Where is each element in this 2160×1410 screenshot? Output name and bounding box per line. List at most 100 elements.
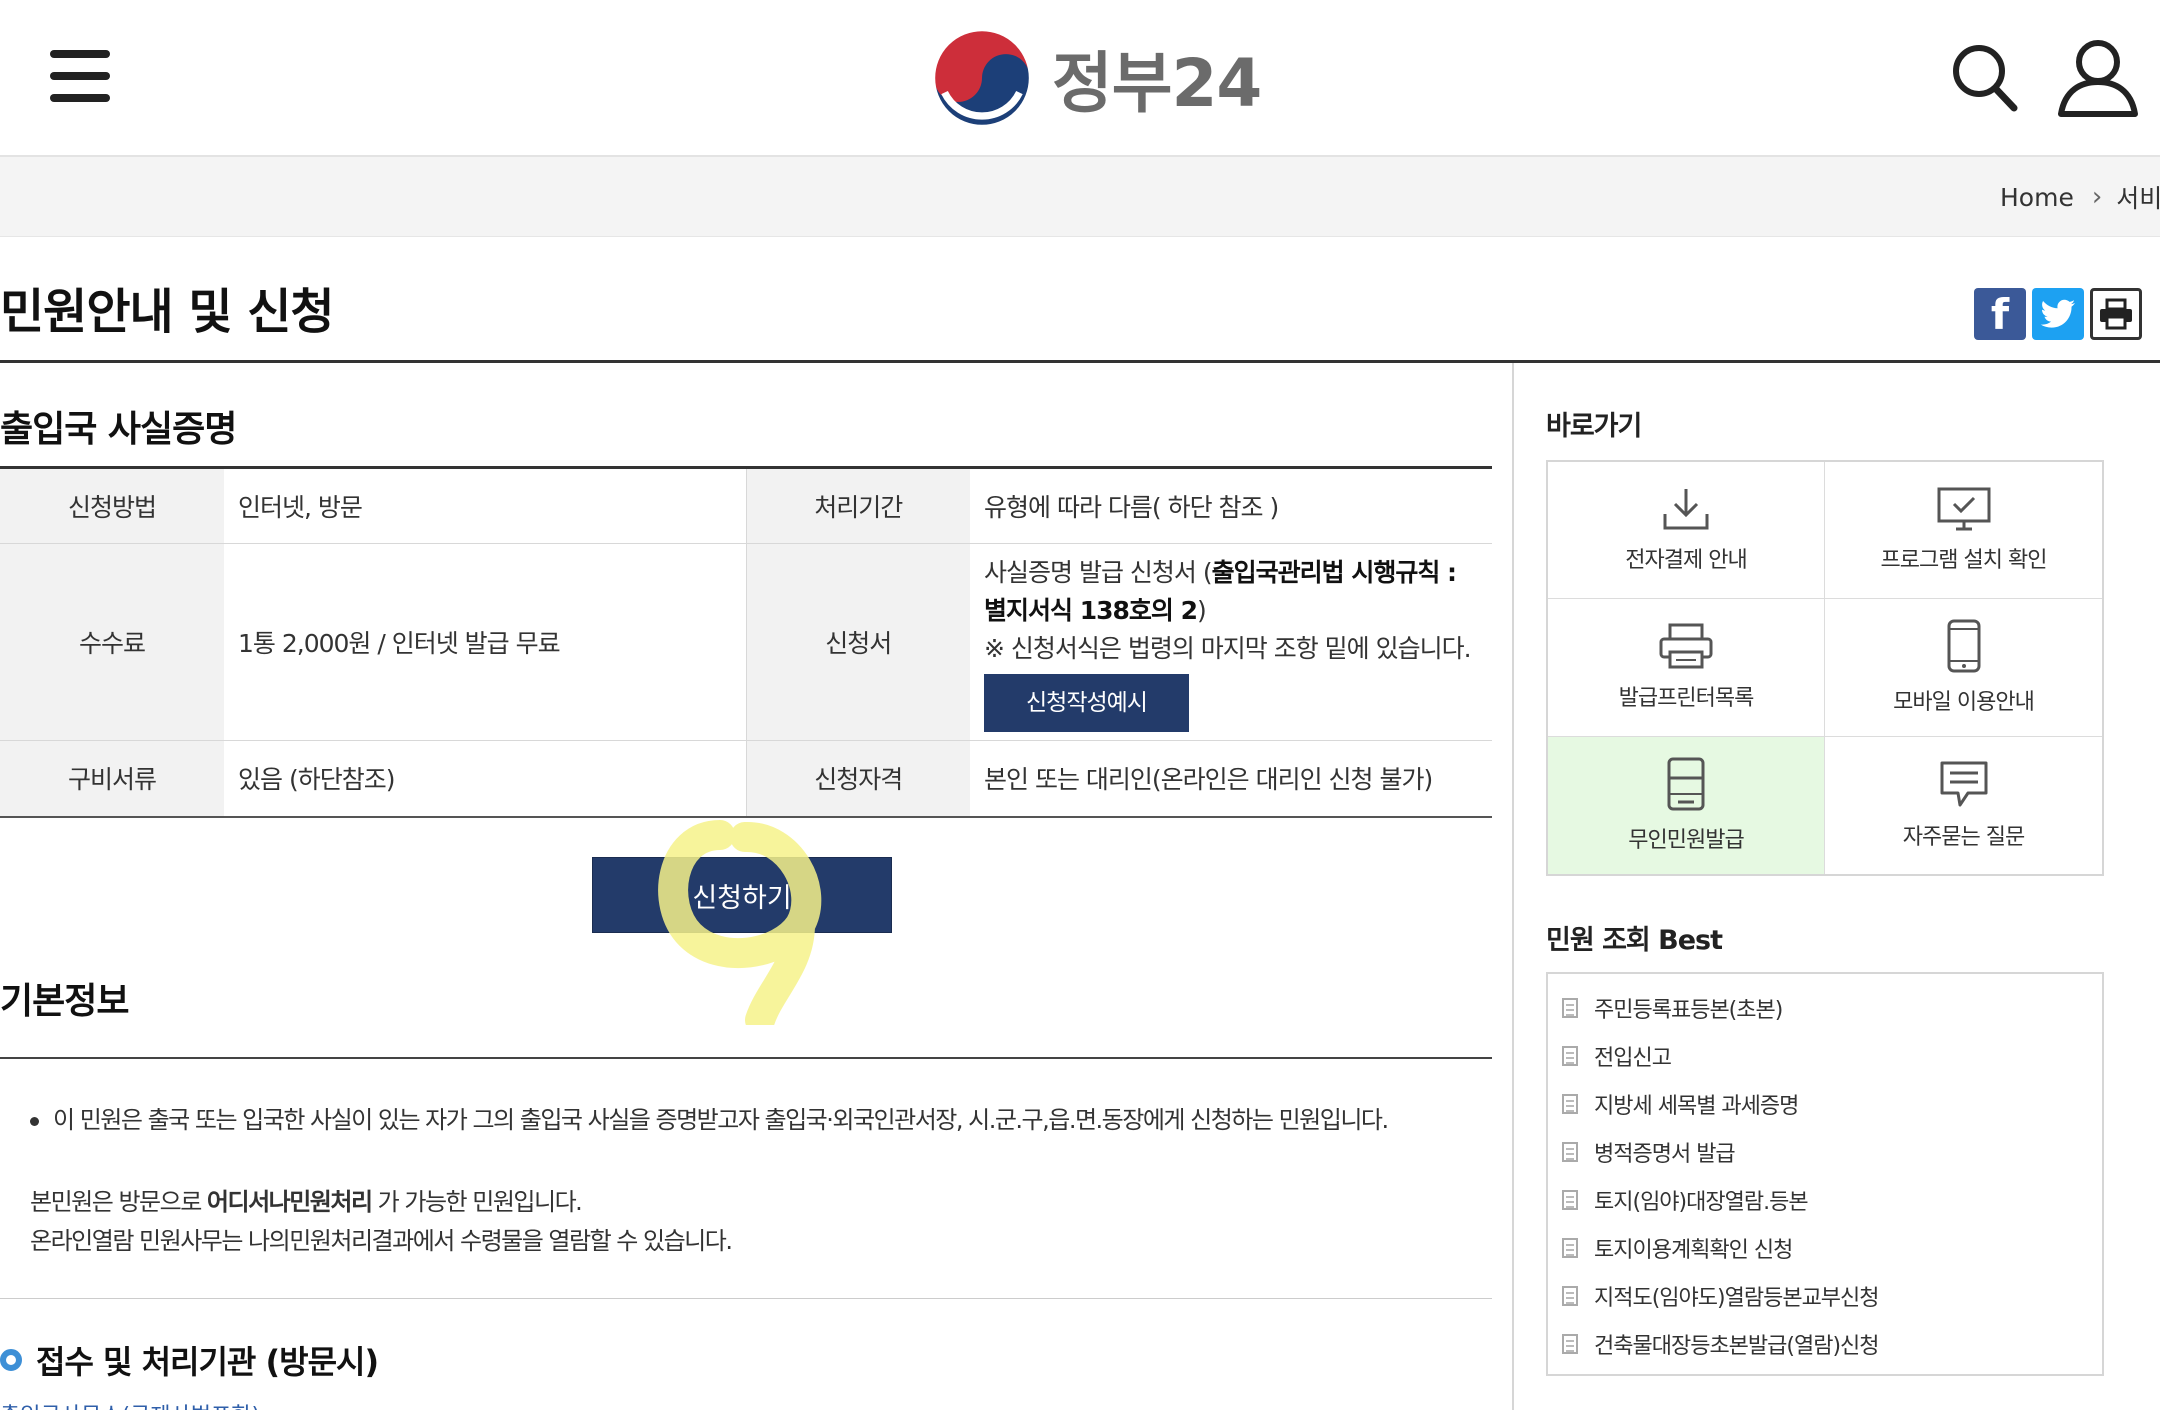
basic-info-title: 기본정보 xyxy=(0,981,129,1022)
breadcrumb-bar: Home › 서비스 xyxy=(0,157,2160,237)
note1-prefix: 본민원은 방문으로 xyxy=(30,1188,207,1216)
taegeuk-logo-icon xyxy=(933,29,1031,127)
section-divider xyxy=(0,1298,1492,1299)
method-value: 인터넷, 방문 xyxy=(224,467,746,544)
quick-link-program-check[interactable]: 프로그램 설치 확인 xyxy=(1825,462,2102,600)
best-item-label: 전입신고 xyxy=(1594,1046,1672,1071)
basic-info-note-1: 본민원은 방문으로 어디서나민원처리 가 가능한 민원입니다. xyxy=(30,1182,583,1217)
monitor-check-icon xyxy=(1937,487,1990,531)
fee-label: 수수료 xyxy=(0,543,224,741)
best-item-label: 병적증명서 발급 xyxy=(1594,1142,1736,1167)
site-header: 정부24 xyxy=(0,0,2160,157)
reception-title: 접수 및 처리기관 (방문시) xyxy=(0,1337,379,1383)
quick-link-label: 프로그램 설치 확인 xyxy=(1880,548,2048,574)
document-icon xyxy=(1562,1046,1578,1066)
quick-link-printer-list[interactable]: 발급프린터목록 xyxy=(1548,599,1825,737)
list-item[interactable]: 건축물대장등초본발급(열람)신청 xyxy=(1548,1320,2102,1368)
title-divider xyxy=(0,360,2160,363)
list-item[interactable]: 전입신고 xyxy=(1548,1032,2102,1080)
qualification-label: 신청자격 xyxy=(745,740,970,817)
best-item-label: 지방세 세목별 과세증명 xyxy=(1594,1094,1799,1119)
docs-label: 구비서류 xyxy=(0,740,224,817)
table-row: 신청방법 인터넷, 방문 처리기간 유형에 따라 다름( 하단 참조 ) xyxy=(0,467,1492,544)
list-item[interactable]: 지방세 세목별 과세증명 xyxy=(1548,1080,2102,1128)
list-item[interactable]: 토지(임야)대장열람.등본 xyxy=(1548,1176,2102,1224)
quick-link-payment[interactable]: 전자결제 안내 xyxy=(1548,462,1825,600)
best-item-label: 토지(임야)대장열람.등본 xyxy=(1594,1190,1809,1215)
mobile-icon xyxy=(1947,619,1980,673)
basic-info-note-2: 온라인열람 민원사무는 나의민원처리결과에서 수령물을 열람할 수 있습니다. xyxy=(30,1227,733,1255)
kiosk-icon xyxy=(1667,757,1705,811)
chat-icon xyxy=(1940,761,1987,807)
best-item-label: 토지이용계획확인 신청 xyxy=(1594,1238,1793,1263)
quick-link-label: 자주묻는 질문 xyxy=(1902,825,2025,851)
quick-link-mobile[interactable]: 모바일 이용안내 xyxy=(1825,599,2102,737)
service-title: 출입국 사실증명 xyxy=(0,409,237,450)
document-icon xyxy=(1562,998,1578,1018)
bullet-icon xyxy=(30,1116,39,1126)
docs-value: 있음 (하단참조) xyxy=(224,740,746,817)
list-item[interactable]: 토지이용계획확인 신청 xyxy=(1548,1224,2102,1272)
quick-link-label: 모바일 이용안내 xyxy=(1893,690,2035,716)
document-icon xyxy=(1562,1286,1578,1306)
printer-icon xyxy=(1659,623,1713,669)
note1-suffix: 가 가능한 민원입니다. xyxy=(371,1188,583,1216)
method-label: 신청방법 xyxy=(0,467,224,544)
search-icon[interactable] xyxy=(1950,42,2020,114)
document-icon xyxy=(1562,1094,1578,1114)
quick-link-label: 전자결제 안내 xyxy=(1625,548,1747,574)
print-icon[interactable] xyxy=(2090,288,2142,340)
list-item[interactable]: 병적증명서 발급 xyxy=(1548,1128,2102,1176)
note1-bold: 어디서나민원처리 xyxy=(206,1188,373,1216)
quick-link-label: 발급프린터목록 xyxy=(1618,686,1755,712)
document-icon xyxy=(1562,1190,1578,1210)
document-icon xyxy=(1562,1334,1578,1354)
best-list-title: 민원 조회 Best xyxy=(1546,925,1723,956)
quick-link-kiosk[interactable]: 무인민원발급 xyxy=(1548,736,1825,874)
quick-links-title: 바로가기 xyxy=(1546,411,1642,442)
period-label: 처리기간 xyxy=(745,467,970,544)
reception-link[interactable]: 출입국사무소(국제사법포함) xyxy=(0,1398,260,1410)
basic-info-bullet: 이 민원은 출국 또는 입국한 사실이 있는 자가 그의 출입국 사실을 증명받… xyxy=(30,1100,1389,1135)
logo-text: 정부24 xyxy=(1052,45,1262,122)
best-item-label: 지적도(임야도)열람등본교부신청 xyxy=(1594,1286,1880,1311)
breadcrumb-home[interactable]: Home xyxy=(2000,183,2074,212)
fee-value: 1통 2,000원 / 인터넷 발급 무료 xyxy=(224,543,746,741)
form-value: 사실증명 발급 신청서 (출입국관리법 시행규칙 : 별지서식 138호의 2)… xyxy=(984,544,1478,740)
best-item-label: 건축물대장등초본발급(열람)신청 xyxy=(1594,1334,1880,1359)
apply-button[interactable]: 신청하기 xyxy=(592,857,892,933)
form-example-button[interactable]: 신청작성예시 xyxy=(984,674,1189,732)
form-value-prefix: 사실증명 발급 신청서 ( xyxy=(984,558,1213,587)
breadcrumb: Home › 서비스 xyxy=(2000,179,2160,215)
basic-info-divider xyxy=(0,1057,1492,1059)
list-item[interactable]: 주민등록표등본(초본) xyxy=(1548,984,2102,1032)
table-row: 수수료 1통 2,000원 / 인터넷 발급 무료 신청서 사실증명 발급 신청… xyxy=(0,543,1492,741)
column-divider xyxy=(1512,363,1514,1410)
chevron-right-icon: › xyxy=(2091,182,2103,212)
reception-title-text: 접수 및 처리기관 (방문시) xyxy=(36,1343,379,1381)
quick-links-grid: 전자결제 안내 프로그램 설치 확인 발급프린터목록 모바일 이용안내 무인민원… xyxy=(1546,460,2104,876)
page-title: 민원안내 및 신청 xyxy=(0,284,335,340)
download-icon xyxy=(1663,489,1709,530)
form-note: ※ 신청서식은 법령의 마지막 조항 밑에 있습니다. xyxy=(984,634,1472,663)
form-label: 신청서 xyxy=(745,543,970,741)
qualification-value: 본인 또는 대리인(온라인은 대리인 신청 불가) xyxy=(970,740,1492,817)
form-value-cell: 사실증명 발급 신청서 (출입국관리법 시행규칙 : 별지서식 138호의 2)… xyxy=(970,543,1492,741)
document-icon xyxy=(1562,1238,1578,1258)
service-info-table: 신청방법 인터넷, 방문 처리기간 유형에 따라 다름( 하단 참조 ) 수수료… xyxy=(0,466,1492,818)
best-item-label: 주민등록표등본(초본) xyxy=(1594,998,1783,1023)
twitter-share-icon[interactable] xyxy=(2032,288,2084,340)
site-logo[interactable]: 정부24 xyxy=(930,26,1262,130)
form-value-suffix: ) xyxy=(1197,596,1207,625)
list-item[interactable]: 지적도(임야도)열람등본교부신청 xyxy=(1548,1272,2102,1320)
best-list: 주민등록표등본(초본) 전입신고 지방세 세목별 과세증명 병적증명서 발급 토… xyxy=(1546,972,2104,1376)
document-icon xyxy=(1562,1142,1578,1162)
basic-info-bullet-text: 이 민원은 출국 또는 입국한 사실이 있는 자가 그의 출입국 사실을 증명받… xyxy=(53,1106,1389,1134)
quick-link-label: 무인민원발급 xyxy=(1628,828,1744,854)
ring-bullet-icon xyxy=(0,1349,22,1371)
menu-icon[interactable] xyxy=(50,50,110,102)
breadcrumb-current[interactable]: 서비스 xyxy=(2116,179,2160,215)
facebook-share-icon[interactable]: f xyxy=(1974,288,2026,340)
user-icon[interactable] xyxy=(2055,38,2141,118)
quick-link-faq[interactable]: 자주묻는 질문 xyxy=(1825,737,2102,874)
